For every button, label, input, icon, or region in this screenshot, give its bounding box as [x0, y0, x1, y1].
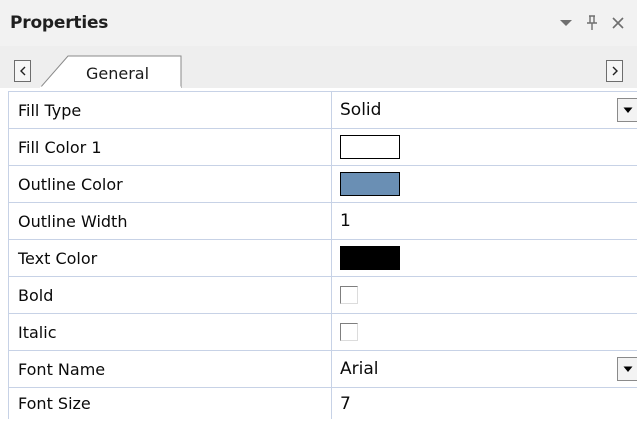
- text-color-value[interactable]: [332, 240, 637, 276]
- chevron-down-icon[interactable]: [553, 12, 579, 32]
- property-row-font-name: Font Name Arial: [9, 351, 637, 388]
- property-name: Font Size: [9, 388, 332, 419]
- panel-title-bar: Properties: [0, 0, 637, 46]
- outline-width-field[interactable]: 1: [332, 203, 637, 239]
- property-grid: Fill Type Solid Fill Color 1 Outline Col…: [8, 91, 637, 419]
- property-row-outline-color: Outline Color: [9, 166, 637, 203]
- font-name-value: Arial: [340, 359, 379, 379]
- property-row-outline-width: Outline Width 1: [9, 203, 637, 240]
- property-row-font-size: Font Size 7: [9, 388, 637, 419]
- tab-scroll-right-button[interactable]: [606, 60, 623, 82]
- property-name: Text Color: [9, 240, 332, 276]
- tab-general-label: General: [86, 64, 150, 83]
- font-size-value: 7: [340, 393, 351, 414]
- italic-checkbox[interactable]: [340, 323, 358, 341]
- fill-color-1-value[interactable]: [332, 129, 637, 165]
- panel-title: Properties: [10, 13, 109, 33]
- property-row-italic: Italic: [9, 314, 637, 351]
- font-name-dropdown-button[interactable]: [617, 357, 637, 381]
- chevron-down-icon: [623, 107, 632, 113]
- chevron-down-icon: [623, 366, 632, 372]
- property-name: Fill Color 1: [9, 129, 332, 165]
- tab-scroll-left-button[interactable]: [14, 60, 31, 82]
- font-name-select[interactable]: Arial: [332, 351, 637, 387]
- fill-type-select[interactable]: Solid: [332, 92, 637, 128]
- title-bar-controls: [553, 12, 631, 32]
- pin-icon[interactable]: [579, 12, 605, 32]
- bold-value: [332, 277, 637, 313]
- property-name: Bold: [9, 277, 332, 313]
- outline-color-value[interactable]: [332, 166, 637, 202]
- triangle-left-icon: [19, 66, 25, 76]
- fill-type-dropdown-button[interactable]: [617, 98, 637, 122]
- italic-value: [332, 314, 637, 350]
- properties-panel: Properties General Fill Type Solid Fill …: [0, 0, 637, 435]
- property-name: Italic: [9, 314, 332, 350]
- property-row-bold: Bold: [9, 277, 637, 314]
- triangle-right-icon: [612, 66, 618, 76]
- outline-color-swatch[interactable]: [340, 172, 400, 196]
- tab-general[interactable]: General: [40, 54, 182, 88]
- fill-type-value: Solid: [340, 100, 382, 120]
- fill-color-1-swatch[interactable]: [340, 135, 400, 159]
- property-name: Font Name: [9, 351, 332, 387]
- close-icon[interactable]: [605, 12, 631, 32]
- tab-strip: General: [0, 46, 637, 90]
- property-row-fill-color-1: Fill Color 1: [9, 129, 637, 166]
- property-row-fill-type: Fill Type Solid: [9, 92, 637, 129]
- outline-width-value: 1: [340, 211, 351, 231]
- tab-strip-baseline: [0, 88, 637, 90]
- text-color-swatch[interactable]: [340, 246, 400, 270]
- font-size-field[interactable]: 7: [332, 388, 637, 419]
- property-name: Fill Type: [9, 92, 332, 128]
- property-row-text-color: Text Color: [9, 240, 637, 277]
- bold-checkbox[interactable]: [340, 286, 358, 304]
- property-name: Outline Color: [9, 166, 332, 202]
- property-name: Outline Width: [9, 203, 332, 239]
